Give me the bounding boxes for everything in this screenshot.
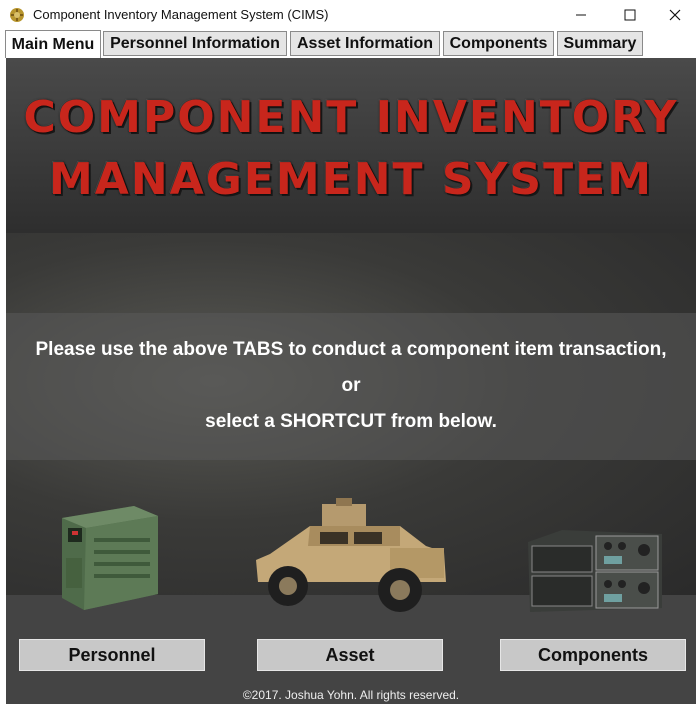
window-title: Component Inventory Management System (C… bbox=[33, 7, 329, 22]
tab-summary[interactable]: Summary bbox=[557, 31, 643, 56]
tab-components[interactable]: Components bbox=[443, 31, 554, 56]
banner-title-line2: MANAGEMENT SYSTEM bbox=[49, 154, 653, 205]
tab-asset-information[interactable]: Asset Information bbox=[290, 31, 440, 56]
copyright-footer: ©2017. Joshua Yohn. All rights reserved. bbox=[242, 688, 460, 702]
maximize-button[interactable] bbox=[607, 0, 653, 30]
instruction-line1: Please use the above TABS to conduct a c… bbox=[35, 339, 667, 360]
app-emblem-icon bbox=[10, 8, 24, 22]
title-bar: Component Inventory Management System (C… bbox=[0, 0, 696, 30]
close-button[interactable] bbox=[652, 0, 696, 30]
minimize-button[interactable] bbox=[558, 0, 604, 30]
maximize-icon bbox=[624, 9, 636, 21]
tab-main-menu[interactable]: Main Menu bbox=[5, 30, 101, 58]
tab-strip: Main Menu Personnel Information Asset In… bbox=[0, 30, 696, 58]
instruction-line2: or bbox=[341, 375, 361, 396]
components-shortcut-button[interactable]: Components bbox=[500, 639, 686, 671]
generator-image[interactable] bbox=[54, 498, 166, 616]
instruction-line3: select a SHORTCUT from below. bbox=[205, 411, 497, 432]
tab-personnel-information[interactable]: Personnel Information bbox=[103, 31, 287, 56]
banner-background bbox=[6, 58, 696, 233]
radio-rack-image[interactable] bbox=[522, 528, 668, 614]
main-menu-panel: COMPONENT INVENTORY MANAGEMENT SYSTEM Pl… bbox=[6, 58, 696, 704]
minimize-icon bbox=[576, 14, 586, 16]
humvee-image[interactable] bbox=[250, 496, 450, 616]
banner-title-line1: COMPONENT INVENTORY bbox=[23, 92, 679, 143]
personnel-shortcut-button[interactable]: Personnel bbox=[19, 639, 205, 671]
close-icon bbox=[669, 9, 681, 21]
asset-shortcut-button[interactable]: Asset bbox=[257, 639, 443, 671]
